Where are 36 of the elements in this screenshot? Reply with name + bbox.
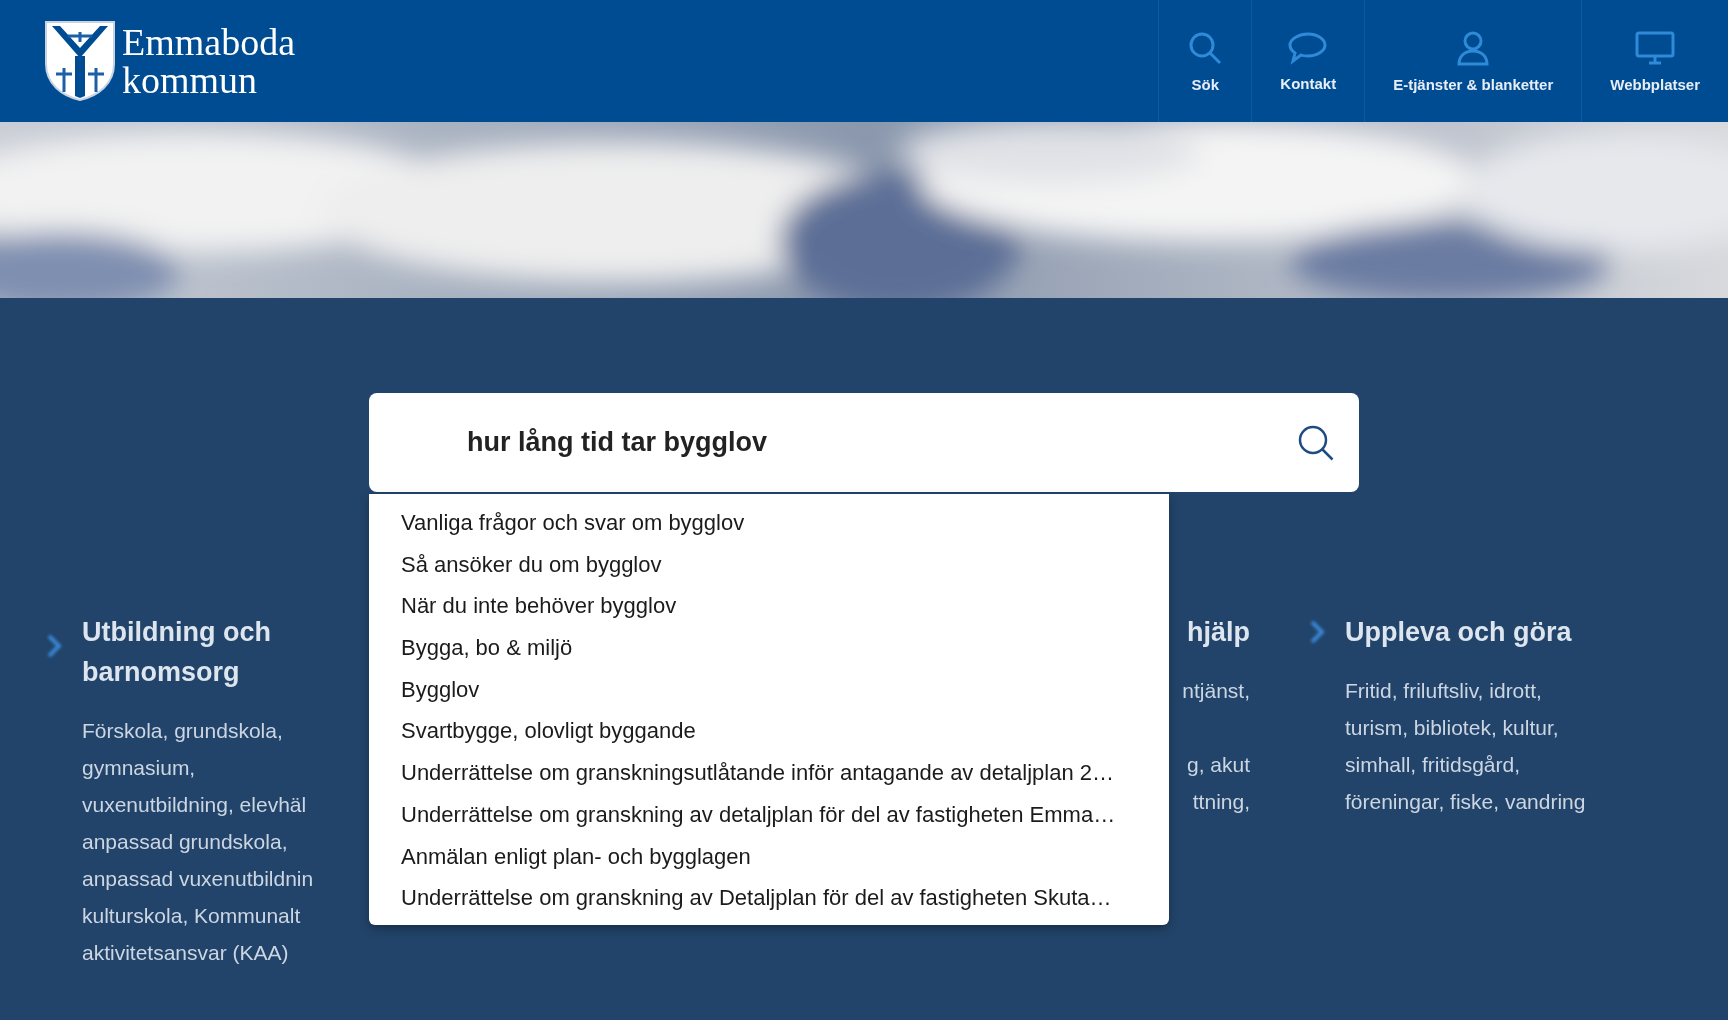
category-description: kulturskola, Kommunalt: [82, 903, 301, 929]
site-name: kommun: [122, 61, 259, 99]
person-icon: [1456, 29, 1491, 66]
category-heading[interactable]: Utbildning och barnomsorg: [82, 612, 312, 692]
category-description: turism, bibliotek, kultur,: [1345, 715, 1559, 741]
suggestion-item[interactable]: Så ansöker du om bygglov: [369, 543, 1169, 586]
shield-logo-icon: [44, 20, 116, 102]
category-description: ttning,: [1192, 789, 1250, 815]
category-heading[interactable]: hjälp: [1187, 612, 1250, 652]
category-description: g, akut: [1186, 752, 1250, 778]
suggestion-item[interactable]: Bygglov: [369, 668, 1169, 711]
category-description: anpassad grundskola,: [82, 829, 288, 855]
suggestion-item[interactable]: Underrättelse om granskningsutlåtande inför antagande av detaljplan 2…: [369, 752, 1169, 794]
search-bar[interactable]: hur lång tid tar bygglov: [369, 393, 1359, 492]
suggestion-item[interactable]: Vanliga frågor och svar om bygglov: [369, 502, 1169, 544]
site-name: Emmaboda: [122, 23, 296, 61]
suggestion-item[interactable]: Svartbygge, olovligt byggande: [369, 710, 1169, 753]
suggestion-item[interactable]: När du inte behöver bygglov: [369, 585, 1169, 628]
suggestion-item[interactable]: Anmälan enligt plan- och bygglagen: [369, 835, 1169, 878]
category-heading[interactable]: Uppleva och göra: [1345, 612, 1572, 652]
search-icon[interactable]: [1297, 423, 1335, 462]
category-description: Fritid, friluftsliv, idrott,: [1345, 678, 1542, 704]
category-description: simhall, fritidsgård,: [1345, 752, 1521, 778]
suggestion-item[interactable]: Underrättelse om granskning av detaljplan för del av fastigheten Emma…: [369, 793, 1169, 836]
speech-bubble-icon: [1288, 30, 1329, 65]
category-description: gymnasium,: [82, 755, 196, 781]
category-description: vuxenutbildning, elevhäl: [82, 792, 307, 818]
category-description: aktivitetsansvar (KAA): [82, 940, 289, 966]
category-description: anpassad vuxenutbildnin: [82, 866, 314, 892]
category-description: ntjänst,: [1182, 678, 1250, 704]
search-field[interactable]: hur lång tid tar bygglov: [465, 426, 1297, 459]
suggestion-item[interactable]: Underrättelse om granskning av Detaljplan för del av fastigheten Skuta…: [369, 877, 1169, 919]
category-description: föreningar, fiske, vandring: [1345, 789, 1586, 815]
category-description: Förskola, grundskola,: [82, 718, 283, 744]
suggestion-item[interactable]: Bygga, bo & miljö: [369, 627, 1169, 669]
monitor-icon: [1634, 29, 1677, 66]
